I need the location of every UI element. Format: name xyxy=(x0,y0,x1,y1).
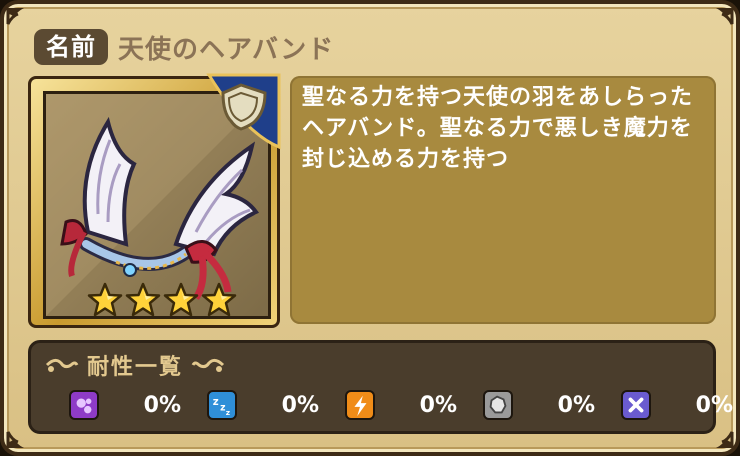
resistance-item: 0% xyxy=(483,389,607,425)
item-image-frame[interactable] xyxy=(28,73,281,328)
svg-text:z: z xyxy=(220,403,225,414)
svg-text:z: z xyxy=(213,397,219,408)
resistance-value: 0% xyxy=(281,393,319,418)
resistance-value: 0% xyxy=(695,393,733,418)
star-icon xyxy=(87,282,123,317)
resistance-header: 耐性一覧 xyxy=(45,349,225,381)
curse-icon xyxy=(621,390,651,420)
resistance-item: 0% xyxy=(345,389,469,425)
resistance-list: 0% z z z 0% 0% 0% 0% xyxy=(41,389,733,425)
resistance-panel: 耐性一覧 0% z z z 0% 0% 0% 0% xyxy=(28,340,733,434)
rarity-stars xyxy=(87,282,237,318)
star-icon xyxy=(201,282,237,317)
svg-text:z: z xyxy=(226,408,230,417)
resistance-value: 0% xyxy=(557,393,595,418)
seal-icon xyxy=(483,390,513,420)
poison-icon xyxy=(69,390,99,420)
paralysis-icon xyxy=(345,390,375,420)
item-name: 天使のヘアバンド xyxy=(118,34,335,65)
item-detail-panel: 名前 天使のヘアバンド 聖なる力を持つ天使の羽をあしらったヘアバンド。聖なる力で… xyxy=(0,0,740,456)
resistance-item: 0% xyxy=(69,389,193,425)
corner-ornament-icon xyxy=(700,6,734,40)
shield-icon xyxy=(205,71,283,151)
star-icon xyxy=(125,282,161,317)
name-row: 名前 天使のヘアバンド xyxy=(34,28,334,66)
resistance-title: 耐性一覧 xyxy=(87,355,184,380)
item-description: 聖なる力を持つ天使の羽をあしらったヘアバンド。聖なる力で悪しき魔力を封じ込める力… xyxy=(302,85,694,172)
name-label-tag: 名前 xyxy=(34,29,108,65)
ornament-left-icon xyxy=(45,358,79,372)
resistance-item: 0% xyxy=(621,389,740,425)
resistance-value: 0% xyxy=(143,393,181,418)
description-box: 聖なる力を持つ天使の羽をあしらったヘアバンド。聖なる力で悪しき魔力を封じ込める力… xyxy=(290,76,716,324)
resistance-value: 0% xyxy=(419,393,457,418)
ornament-right-icon xyxy=(191,358,225,372)
sleep-icon: zzz xyxy=(207,390,237,420)
star-icon xyxy=(163,282,199,317)
resistance-item: z z z 0% xyxy=(207,389,331,425)
